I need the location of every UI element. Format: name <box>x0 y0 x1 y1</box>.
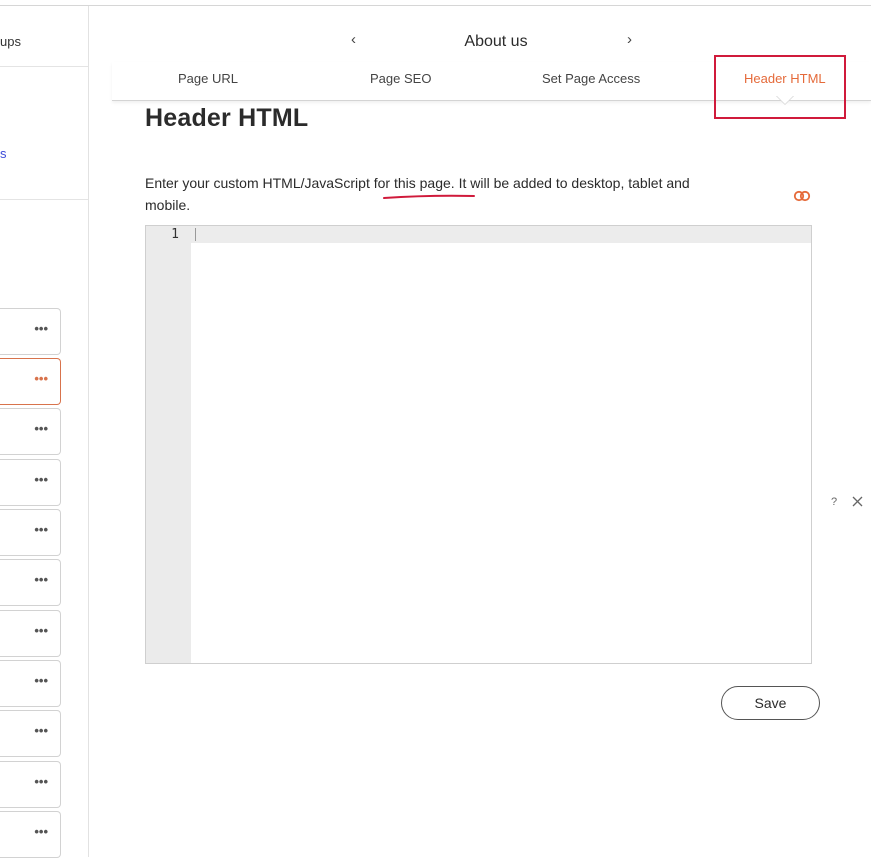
pages-sidebar: ups s ••• ••• ••• ••• ••• ••• ••• ••• ••… <box>0 6 89 858</box>
sidebar-page-item[interactable]: ••• <box>0 710 61 757</box>
more-options-icon[interactable]: ••• <box>34 775 48 789</box>
active-line-highlight <box>191 226 811 243</box>
sidebar-page-item-active[interactable]: ••• <box>0 358 61 405</box>
sidebar-divider <box>0 66 88 67</box>
line-number-gutter <box>146 226 191 663</box>
code-editor[interactable]: 1 <box>145 225 812 664</box>
top-border <box>0 5 871 6</box>
more-options-icon[interactable]: ••• <box>34 573 48 587</box>
sidebar-page-item[interactable]: ••• <box>0 459 61 506</box>
more-options-icon[interactable]: ••• <box>34 724 48 738</box>
more-options-icon[interactable]: ••• <box>34 825 48 839</box>
sidebar-link[interactable]: s <box>0 146 7 161</box>
sidebar-page-item[interactable]: ••• <box>0 408 61 455</box>
more-options-icon[interactable]: ••• <box>34 372 48 386</box>
sidebar-groups-label[interactable]: ups <box>0 34 21 49</box>
help-icon[interactable]: ? <box>831 496 837 508</box>
chevron-right-icon[interactable]: › <box>627 31 632 48</box>
more-options-icon[interactable]: ••• <box>34 322 48 336</box>
underline-annotation <box>383 194 475 199</box>
tab-set-page-access[interactable]: Set Page Access <box>542 71 640 86</box>
more-options-icon[interactable]: ••• <box>34 473 48 487</box>
sidebar-page-item[interactable]: ••• <box>0 761 61 808</box>
sidebar-page-item[interactable]: ••• <box>0 559 61 606</box>
more-options-icon[interactable]: ••• <box>34 674 48 688</box>
close-icon[interactable] <box>852 496 863 507</box>
text-caret <box>195 228 196 241</box>
highlight-annotation-box <box>714 55 846 119</box>
line-number: 1 <box>171 227 179 242</box>
sidebar-divider <box>0 199 88 200</box>
more-options-icon[interactable]: ••• <box>34 624 48 638</box>
section-title: Header HTML <box>145 104 309 132</box>
page-title: About us <box>464 33 528 50</box>
chevron-left-icon[interactable]: ‹ <box>351 31 356 48</box>
link-icon[interactable] <box>793 189 811 203</box>
more-options-icon[interactable]: ••• <box>34 523 48 537</box>
save-button[interactable]: Save <box>721 686 820 720</box>
sidebar-page-item[interactable]: ••• <box>0 509 61 556</box>
tab-page-url[interactable]: Page URL <box>178 71 238 86</box>
sidebar-page-item[interactable]: ••• <box>0 610 61 657</box>
sidebar-page-item[interactable]: ••• <box>0 308 61 355</box>
more-options-icon[interactable]: ••• <box>34 422 48 436</box>
tab-page-seo[interactable]: Page SEO <box>370 71 431 86</box>
sidebar-page-item[interactable]: ••• <box>0 660 61 707</box>
sidebar-page-item[interactable]: ••• <box>0 811 61 858</box>
